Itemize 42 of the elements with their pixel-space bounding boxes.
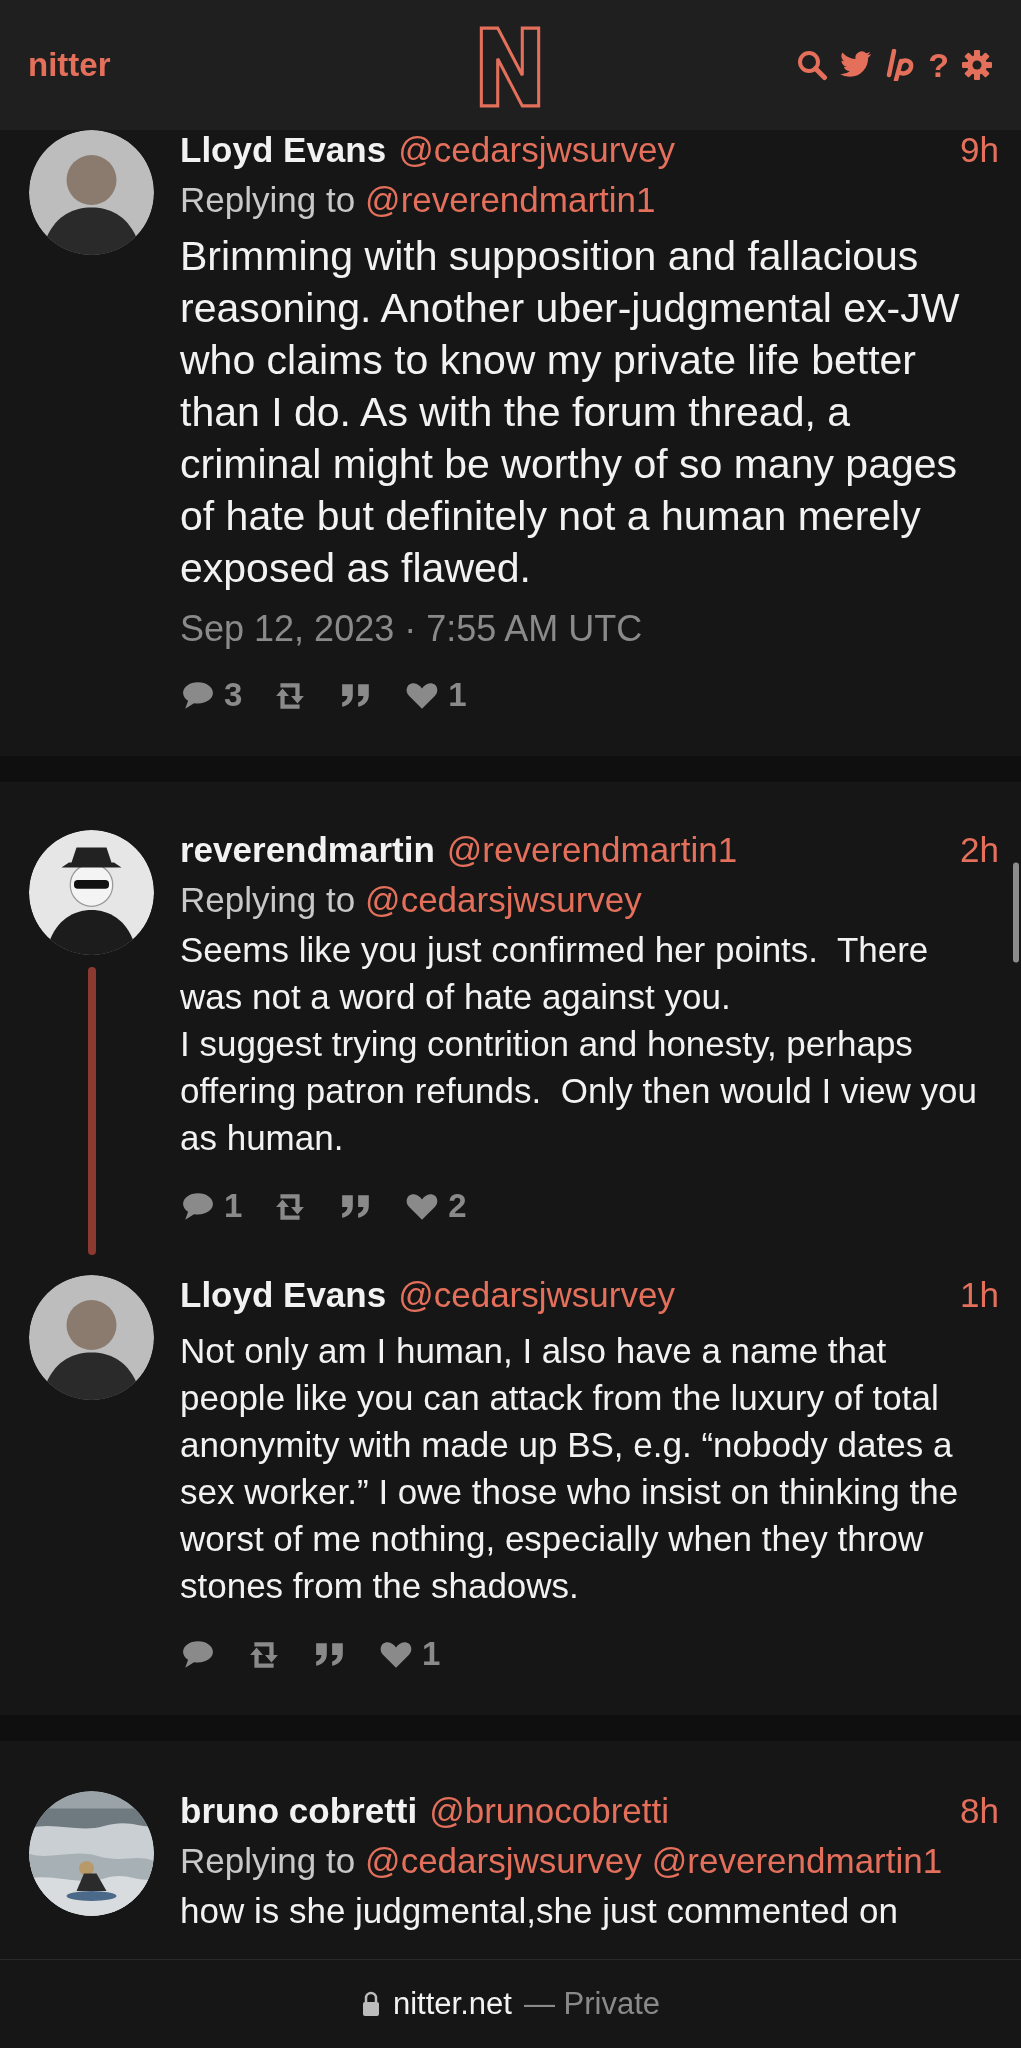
mention-link[interactable]: @reverendmartin1 [365, 180, 656, 220]
help-link[interactable]: ? [928, 45, 949, 85]
stat-count: 1 [224, 1187, 243, 1225]
mention-link[interactable]: @reverendmartin1 [651, 1841, 943, 1881]
username-link[interactable]: @brunocobretti [429, 1791, 670, 1831]
display-name[interactable]: Lloyd Evans [180, 130, 387, 170]
display-name[interactable]: reverendmartin [180, 830, 435, 870]
lock-icon [361, 1991, 381, 2017]
tweet-text: Not only am I human, I also have a name that people like you can attack from the luxury of total anonymity with made up BS, e.g. “nobody dates a sex worker.” I owe those who insist on thinking the worst of me nothing, especially when they throw stones from the shadows. [180, 1330, 960, 1607]
replying-label: Replying to [180, 180, 356, 220]
comment-icon[interactable] [180, 679, 216, 711]
comment-icon[interactable] [180, 1190, 216, 1222]
tweet-text: Brimming with supposition and fallacious reasoning. Another uber-judgmental ex-JW who claims to know my private life better than I do. As with the forum thread, a criminal might be worthy of so many pages of hate but definitely not a human merely exposed as flawed. [180, 232, 961, 593]
avatar-icon[interactable] [29, 830, 154, 955]
mention-link[interactable]: @cedarsjwsurvey [365, 1841, 642, 1881]
domain-text: nitter.net [393, 1986, 512, 2022]
timestamp-link[interactable]: 2h [960, 830, 999, 870]
date-link[interactable]: Sep 12, 2023 · 7:55 AM UTC [180, 608, 999, 650]
private-label: — Private [523, 1986, 660, 2022]
tweet-text: how is she judgmental,she just commented on [180, 1890, 899, 1932]
stat-count: 2 [448, 1187, 467, 1225]
replying-label: Replying to [180, 1841, 356, 1881]
comment-icon[interactable] [180, 1638, 216, 1670]
timestamp-link[interactable]: 8h [960, 1791, 999, 1831]
timestamp-link[interactable]: 1h [960, 1275, 999, 1315]
replying-label: Replying to [180, 880, 356, 920]
settings-icon[interactable] [961, 49, 993, 81]
tweet-text: Seems like you just confirmed her points. There was not a word of hate against you. I suggest trying contrition and honesty, perhaps offering patron refunds. Only then would I view you as human. [180, 929, 979, 1159]
search-icon[interactable] [796, 49, 829, 81]
avatar-icon[interactable] [29, 1275, 154, 1400]
stat-count: 1 [422, 1635, 441, 1673]
timestamp-link[interactable]: 9h [960, 130, 999, 170]
mention-link[interactable]: @cedarsjwsurvey [365, 880, 642, 920]
stat-count: 3 [224, 676, 243, 714]
username-link[interactable]: @cedarsjwsurvey [398, 130, 675, 170]
username-link[interactable]: @cedarsjwsurvey [398, 1275, 675, 1315]
display-name[interactable]: Lloyd Evans [180, 1275, 387, 1315]
display-name[interactable]: bruno cobretti [180, 1791, 418, 1831]
logo-link[interactable]: nitter [28, 46, 111, 84]
avatar-icon[interactable] [29, 130, 154, 255]
stat-count: 1 [448, 676, 467, 714]
username-link[interactable]: @reverendmartin1 [446, 830, 738, 870]
